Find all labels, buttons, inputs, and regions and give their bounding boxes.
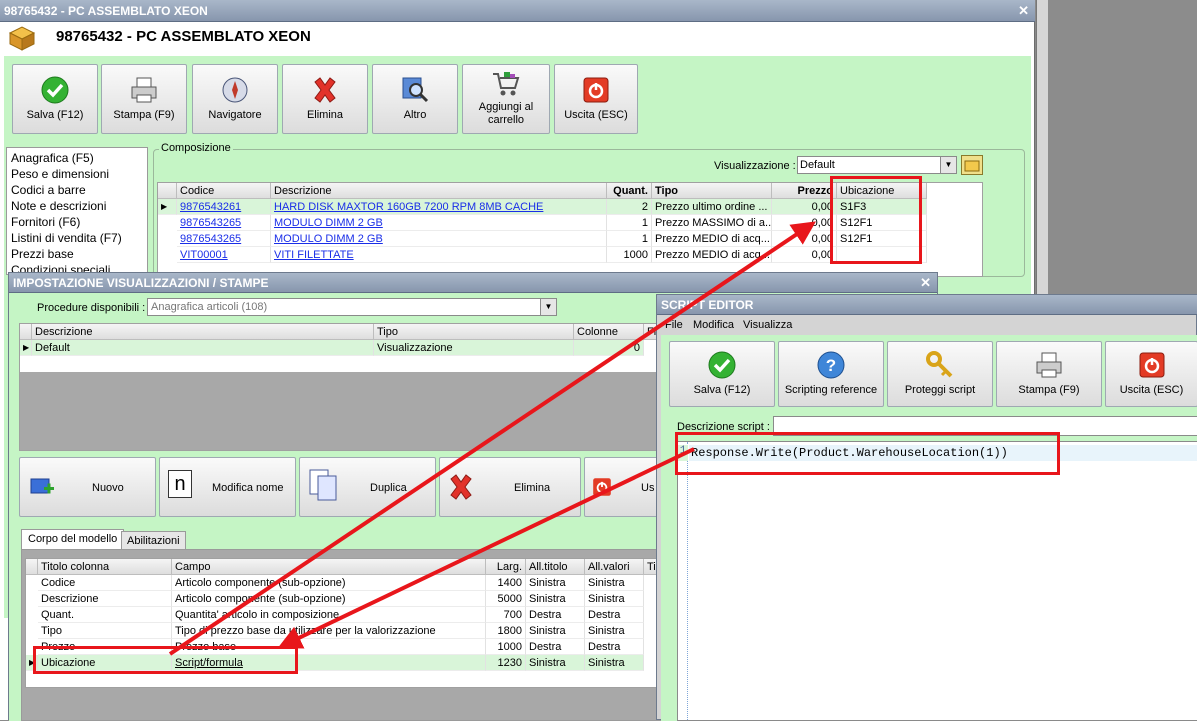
arrow-row-to-column [168, 221, 816, 656]
annotation-arrows [168, 221, 816, 656]
arrow-script-to-row [277, 447, 695, 649]
